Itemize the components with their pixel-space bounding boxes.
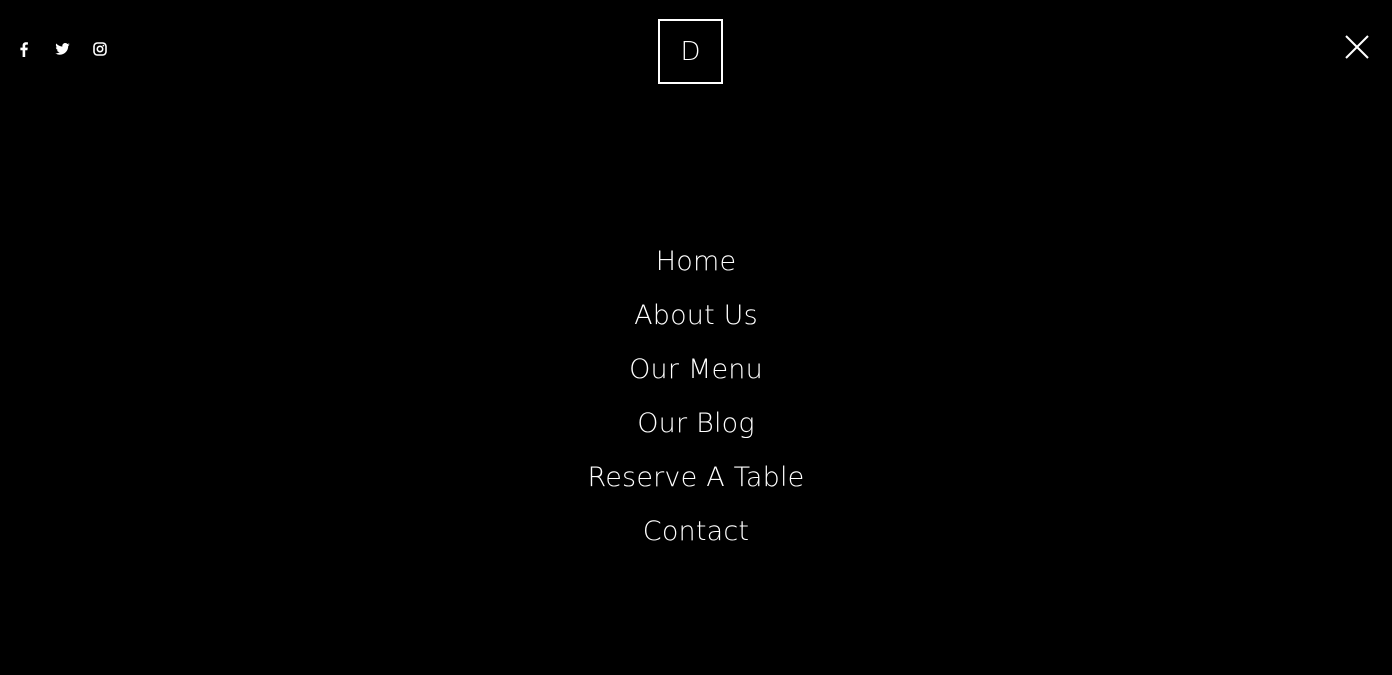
twitter-icon	[54, 43, 70, 55]
menu-item-home: Home	[0, 235, 1392, 289]
menu-item-our-menu: Our Menu	[0, 343, 1392, 397]
instagram-icon	[93, 42, 107, 56]
menu-link-our-blog[interactable]: Our Blog	[637, 408, 755, 439]
social-links	[16, 40, 130, 58]
menu-item-reserve-a-table: Reserve A Table	[0, 451, 1392, 505]
menu-link-home[interactable]: Home	[656, 246, 737, 277]
close-button[interactable]	[1344, 34, 1370, 60]
twitter-link[interactable]	[54, 40, 70, 58]
instagram-link[interactable]	[92, 40, 108, 58]
menu-overlay: D Home About Us Our Menu Our Blog Reserv…	[0, 0, 1392, 675]
facebook-link[interactable]	[16, 40, 32, 58]
menu-link-about-us[interactable]: About Us	[634, 300, 758, 331]
menu-item-about-us: About Us	[0, 289, 1392, 343]
site-logo[interactable]: D	[658, 19, 723, 84]
menu-item-our-blog: Our Blog	[0, 397, 1392, 451]
logo-letter: D	[680, 36, 701, 67]
menu-item-contact: Contact	[0, 505, 1392, 559]
menu-link-reserve-a-table[interactable]: Reserve A Table	[588, 462, 805, 493]
main-menu: Home About Us Our Menu Our Blog Reserve …	[0, 235, 1392, 559]
close-icon	[1345, 35, 1369, 59]
menu-link-our-menu[interactable]: Our Menu	[629, 354, 763, 385]
menu-link-contact[interactable]: Contact	[643, 516, 749, 547]
facebook-icon	[20, 41, 28, 57]
